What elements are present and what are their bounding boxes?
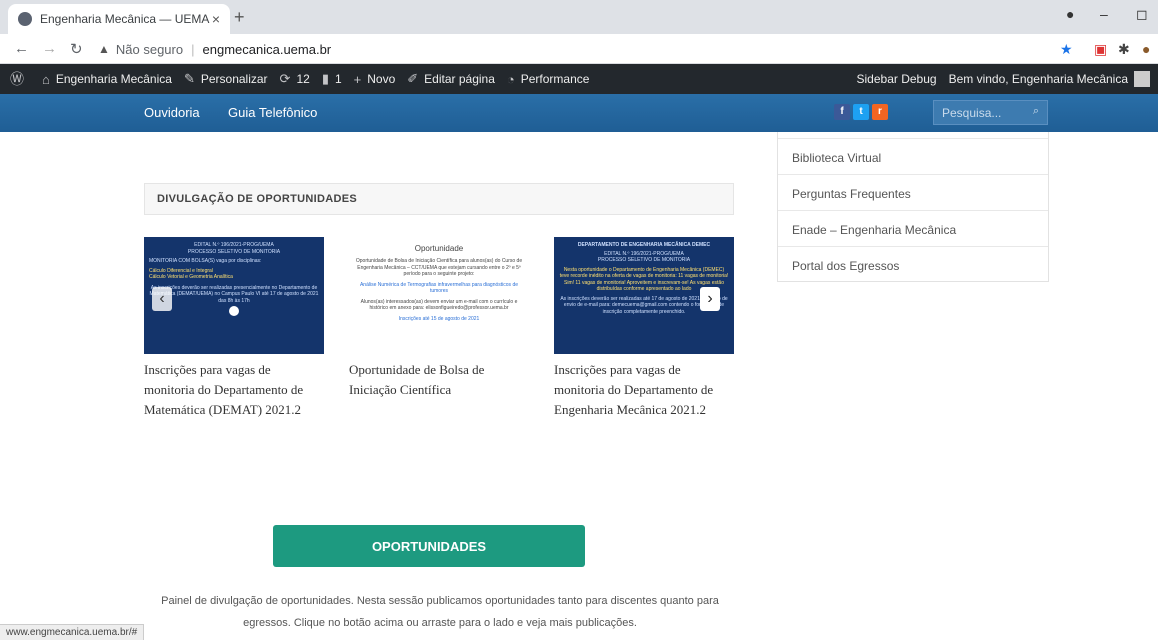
forward-arrow-icon[interactable]: → bbox=[42, 40, 57, 57]
twitter-icon[interactable]: t bbox=[853, 104, 869, 120]
brush-icon: ✎ bbox=[183, 71, 195, 86]
opportunities-carousel[interactable]: EDITAL N.º 196/2021-PROG/UEMA PROCESSO S… bbox=[144, 237, 734, 437]
thumb-line: Oportunidade de Bolsa de Iniciação Cient… bbox=[355, 258, 523, 278]
profile-icon[interactable]: ● bbox=[1066, 6, 1074, 22]
thumb-line: Oportunidade bbox=[414, 244, 464, 253]
wp-admin-bar: Ⓦ ⌂ Engenharia Mecânica ✎ Personalizar ⟳ 12… bbox=[0, 64, 1158, 94]
opportunity-card[interactable]: DEPARTAMENTO DE ENGENHARIA MECÂNICA DEME… bbox=[554, 237, 734, 420]
sidebar-item-enade[interactable]: Enade – Engenharia Mecânica bbox=[778, 211, 1048, 247]
bookmark-star-icon[interactable]: ★ bbox=[1060, 41, 1073, 58]
card-thumbnail[interactable]: Oportunidade Oportunidade de Bolsa de In… bbox=[349, 237, 529, 354]
section-title: DIVULGAÇÃO DE OPORTUNIDADES bbox=[144, 183, 734, 215]
card-caption[interactable]: Oportunidade de Bolsa de Iniciação Cient… bbox=[349, 360, 529, 400]
carousel-next-button[interactable]: › bbox=[700, 287, 720, 311]
comment-icon: ▮ bbox=[321, 71, 329, 86]
sidebar-item-biblioteca[interactable]: Biblioteca Virtual bbox=[778, 139, 1048, 175]
wp-edit-page[interactable]: ✐ Editar página bbox=[407, 71, 495, 87]
url-text: engmecanica.uema.br bbox=[202, 41, 332, 57]
address-bar: ← → ↻ ▲ Não seguro | engmecanica.uema.br… bbox=[0, 34, 1158, 64]
sidebar-divider bbox=[778, 132, 1048, 139]
user-avatar[interactable] bbox=[1134, 71, 1150, 87]
site-nav-bar: Ouvidoria Guia Telefônico f t r Pesquisa… bbox=[0, 94, 1158, 132]
thumb-line: Cálculo Vetorial e Geometria Analítica bbox=[149, 274, 233, 280]
card-caption[interactable]: Inscrições para vagas de monitoria do De… bbox=[144, 360, 324, 420]
tab-title: Engenharia Mecânica — UEMA bbox=[40, 12, 210, 26]
opportunities-button[interactable]: OPORTUNIDADES bbox=[273, 525, 585, 567]
browser-tab[interactable]: Engenharia Mecânica — UEMA × bbox=[8, 4, 230, 34]
reload-icon[interactable]: ↻ bbox=[70, 40, 83, 58]
site-favicon-icon bbox=[18, 12, 32, 26]
tab-close-button[interactable]: × bbox=[212, 11, 220, 27]
thumb-line: PROCESSO SELETIVO DE MONITORIA bbox=[597, 257, 691, 263]
thumb-line: PROCESSO SELETIVO DE MONITORIA bbox=[187, 248, 281, 255]
minimize-icon[interactable]: – bbox=[1100, 6, 1108, 22]
card-caption[interactable]: Inscrições para vagas de monitoria do De… bbox=[554, 360, 734, 420]
wp-sidebar-debug[interactable]: Sidebar Debug bbox=[857, 72, 937, 86]
search-placeholder: Pesquisa... bbox=[942, 106, 1002, 120]
wp-new[interactable]: + Novo bbox=[354, 72, 396, 87]
menu-item-guia-telefonico[interactable]: Guia Telefônico bbox=[228, 105, 317, 120]
search-input[interactable]: Pesquisa... ⌕ bbox=[933, 100, 1048, 125]
wp-performance[interactable]: ◔ Performance bbox=[507, 72, 590, 87]
thumb-line: Inscrições até 15 de agosto de 2021 bbox=[398, 315, 480, 322]
dashboard-icon: ⌂ bbox=[42, 71, 50, 87]
wp-welcome[interactable]: Bem vindo, Engenharia Mecânica bbox=[949, 72, 1128, 86]
wordpress-logo-icon[interactable]: Ⓦ bbox=[10, 69, 30, 89]
wp-customize[interactable]: ✎ Personalizar bbox=[184, 71, 268, 87]
sidebar-item-egressos[interactable]: Portal dos Egressos bbox=[778, 247, 1048, 283]
extension-icon[interactable]: ▣ bbox=[1094, 41, 1107, 58]
url-separator: | bbox=[191, 41, 195, 57]
thumb-line: As inscrições deverão ser realizadas pre… bbox=[149, 284, 319, 304]
search-icon[interactable]: ⌕ bbox=[1033, 105, 1039, 118]
back-arrow-icon[interactable]: ← bbox=[14, 40, 29, 57]
url-field[interactable]: ▲ Não seguro | engmecanica.uema.br bbox=[98, 38, 1028, 60]
wp-comments[interactable]: ▮ 1 bbox=[322, 71, 342, 87]
security-label: Não seguro bbox=[115, 41, 184, 57]
new-tab-button[interactable]: + bbox=[234, 7, 245, 28]
puzzle-icon[interactable]: ✱ bbox=[1118, 41, 1130, 58]
facebook-icon[interactable]: f bbox=[834, 104, 850, 120]
refresh-icon: ⟳ bbox=[279, 71, 291, 86]
rss-icon[interactable]: r bbox=[872, 104, 888, 120]
thumb-line: Análise Numérica de Termografias infrave… bbox=[359, 281, 519, 295]
thumb-line: DEPARTAMENTO DE ENGENHARIA MECÂNICA DEME… bbox=[577, 242, 711, 248]
opportunities-section: DIVULGAÇÃO DE OPORTUNIDADES EDITAL N.º 1… bbox=[144, 183, 734, 417]
opportunity-card[interactable]: EDITAL N.º 196/2021-PROG/UEMA PROCESSO S… bbox=[144, 237, 324, 420]
plus-icon: + bbox=[353, 71, 362, 87]
sidebar-links: Biblioteca Virtual Perguntas Frequentes … bbox=[777, 132, 1049, 282]
carousel-prev-button[interactable]: ‹ bbox=[152, 287, 172, 311]
opportunity-card[interactable]: Oportunidade Oportunidade de Bolsa de In… bbox=[349, 237, 529, 400]
thumb-line: MONITORIA COM BOLSA(S) vaga por discipli… bbox=[149, 258, 262, 264]
sidebar-item-perguntas[interactable]: Perguntas Frequentes bbox=[778, 175, 1048, 211]
wp-updates[interactable]: ⟳ 12 bbox=[280, 71, 310, 87]
opportunities-description: Painel de divulgação de oportunidades. N… bbox=[161, 595, 719, 629]
thumb-line: Alunos(as) interessados(as) devem enviar… bbox=[360, 298, 518, 312]
menu-item-ouvidoria[interactable]: Ouvidoria bbox=[144, 105, 200, 120]
gauge-icon: ◔ bbox=[506, 71, 515, 87]
status-bar-url: www.engmecanica.uema.br/# bbox=[0, 624, 145, 640]
warning-icon: ▲ bbox=[98, 42, 110, 56]
maximize-icon[interactable]: ◻ bbox=[1136, 6, 1148, 23]
user-avatar-icon[interactable]: ● bbox=[1142, 41, 1150, 57]
logo-icon bbox=[229, 306, 239, 316]
pencil-icon: ✐ bbox=[407, 71, 419, 86]
wp-site-name[interactable]: ⌂ Engenharia Mecânica bbox=[42, 72, 172, 87]
browser-tab-strip: Engenharia Mecânica — UEMA × + ● – ◻ bbox=[0, 0, 1158, 34]
